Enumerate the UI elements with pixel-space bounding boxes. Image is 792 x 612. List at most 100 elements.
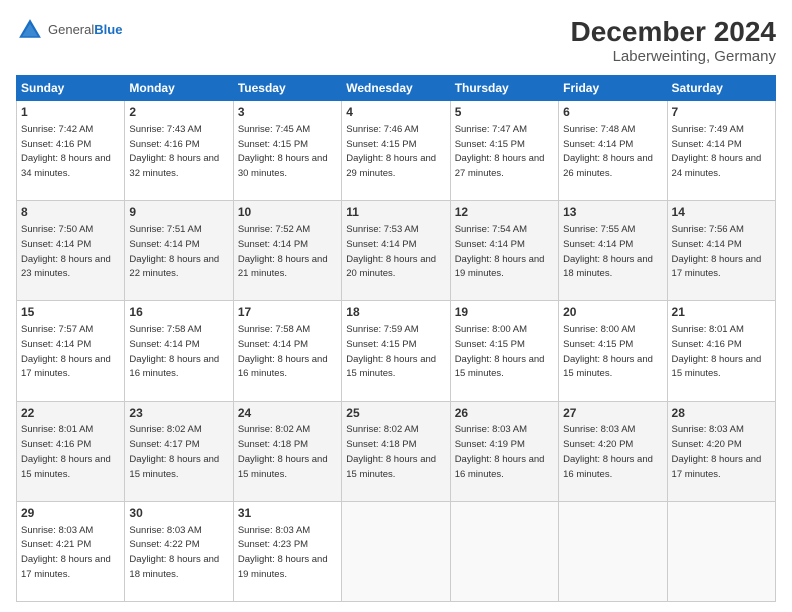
day-info: Sunrise: 7:55 AMSunset: 4:14 PMDaylight:…	[563, 224, 653, 279]
day-number: 1	[21, 104, 120, 121]
calendar-title: December 2024	[571, 16, 776, 48]
day-info: Sunrise: 8:03 AMSunset: 4:23 PMDaylight:…	[238, 525, 328, 580]
day-info: Sunrise: 7:53 AMSunset: 4:14 PMDaylight:…	[346, 224, 436, 279]
day-info: Sunrise: 8:02 AMSunset: 4:18 PMDaylight:…	[346, 424, 436, 479]
day-info: Sunrise: 8:03 AMSunset: 4:19 PMDaylight:…	[455, 424, 545, 479]
day-number: 5	[455, 104, 554, 121]
calendar-cell: 23 Sunrise: 8:02 AMSunset: 4:17 PMDayligh…	[125, 401, 233, 501]
calendar-cell: 4Sunrise: 7:46 AMSunset: 4:15 PMDaylight…	[342, 101, 450, 201]
calendar-cell: 29Sunrise: 8:03 AMSunset: 4:21 PMDayligh…	[17, 501, 125, 601]
calendar-cell: 27 Sunrise: 8:03 AMSunset: 4:20 PMDayligh…	[559, 401, 667, 501]
calendar-header-row: SundayMondayTuesdayWednesdayThursdayFrid…	[17, 76, 776, 101]
calendar-week-row: 22 Sunrise: 8:01 AMSunset: 4:16 PMDayligh…	[17, 401, 776, 501]
day-number: 25	[346, 405, 445, 422]
day-number: 19	[455, 304, 554, 321]
calendar-cell: 31 Sunrise: 8:03 AMSunset: 4:23 PMDayligh…	[233, 501, 341, 601]
calendar-cell: 10Sunrise: 7:52 AMSunset: 4:14 PMDayligh…	[233, 201, 341, 301]
day-info: Sunrise: 8:00 AMSunset: 4:15 PMDaylight:…	[563, 324, 653, 379]
calendar-cell: 26 Sunrise: 8:03 AMSunset: 4:19 PMDayligh…	[450, 401, 558, 501]
calendar-week-row: 8 Sunrise: 7:50 AMSunset: 4:14 PMDaylight…	[17, 201, 776, 301]
day-number: 8	[21, 204, 120, 221]
day-number: 15	[21, 304, 120, 321]
day-info: Sunrise: 7:59 AMSunset: 4:15 PMDaylight:…	[346, 324, 436, 379]
day-number: 20	[563, 304, 662, 321]
page-header: GeneralBlue December 2024 Laberweinting,…	[16, 16, 776, 65]
calendar-cell: 3 Sunrise: 7:45 AMSunset: 4:15 PMDaylight…	[233, 101, 341, 201]
calendar-cell: 2Sunrise: 7:43 AMSunset: 4:16 PMDaylight…	[125, 101, 233, 201]
calendar-cell: 30Sunrise: 8:03 AMSunset: 4:22 PMDayligh…	[125, 501, 233, 601]
calendar-cell: 5 Sunrise: 7:47 AMSunset: 4:15 PMDaylight…	[450, 101, 558, 201]
calendar-cell: 11 Sunrise: 7:53 AMSunset: 4:14 PMDayligh…	[342, 201, 450, 301]
calendar-cell: 12 Sunrise: 7:54 AMSunset: 4:14 PMDayligh…	[450, 201, 558, 301]
day-info: Sunrise: 8:00 AMSunset: 4:15 PMDaylight:…	[455, 324, 545, 379]
calendar-cell: 28Sunrise: 8:03 AMSunset: 4:20 PMDayligh…	[667, 401, 775, 501]
day-number: 14	[672, 204, 771, 221]
day-info: Sunrise: 8:02 AMSunset: 4:18 PMDaylight:…	[238, 424, 328, 479]
day-info: Sunrise: 8:01 AMSunset: 4:16 PMDaylight:…	[21, 424, 111, 479]
day-number: 17	[238, 304, 337, 321]
day-number: 3	[238, 104, 337, 121]
day-info: Sunrise: 7:45 AMSunset: 4:15 PMDaylight:…	[238, 124, 328, 179]
calendar-table: SundayMondayTuesdayWednesdayThursdayFrid…	[16, 75, 776, 602]
calendar-cell: 8 Sunrise: 7:50 AMSunset: 4:14 PMDaylight…	[17, 201, 125, 301]
logo-blue: Blue	[94, 22, 122, 37]
day-number: 21	[672, 304, 771, 321]
day-info: Sunrise: 8:02 AMSunset: 4:17 PMDaylight:…	[129, 424, 219, 479]
day-number: 27	[563, 405, 662, 422]
calendar-cell: 9Sunrise: 7:51 AMSunset: 4:14 PMDaylight…	[125, 201, 233, 301]
calendar-cell: 17 Sunrise: 7:58 AMSunset: 4:14 PMDayligh…	[233, 301, 341, 401]
day-info: Sunrise: 7:57 AMSunset: 4:14 PMDaylight:…	[21, 324, 111, 379]
day-header-tuesday: Tuesday	[233, 76, 341, 101]
day-number: 28	[672, 405, 771, 422]
day-number: 6	[563, 104, 662, 121]
day-info: Sunrise: 7:50 AMSunset: 4:14 PMDaylight:…	[21, 224, 111, 279]
day-header-monday: Monday	[125, 76, 233, 101]
calendar-cell: 7 Sunrise: 7:49 AMSunset: 4:14 PMDaylight…	[667, 101, 775, 201]
title-block: December 2024 Laberweinting, Germany	[571, 16, 776, 65]
day-number: 22	[21, 405, 120, 422]
calendar-cell: 19 Sunrise: 8:00 AMSunset: 4:15 PMDayligh…	[450, 301, 558, 401]
day-info: Sunrise: 7:51 AMSunset: 4:14 PMDaylight:…	[129, 224, 219, 279]
day-number: 10	[238, 204, 337, 221]
day-info: Sunrise: 8:03 AMSunset: 4:20 PMDaylight:…	[563, 424, 653, 479]
day-number: 23	[129, 405, 228, 422]
calendar-cell	[450, 501, 558, 601]
calendar-cell	[559, 501, 667, 601]
day-number: 7	[672, 104, 771, 121]
calendar-cell: 25 Sunrise: 8:02 AMSunset: 4:18 PMDayligh…	[342, 401, 450, 501]
day-info: Sunrise: 7:54 AMSunset: 4:14 PMDaylight:…	[455, 224, 545, 279]
day-header-friday: Friday	[559, 76, 667, 101]
calendar-cell: 14 Sunrise: 7:56 AMSunset: 4:14 PMDayligh…	[667, 201, 775, 301]
calendar-cell	[342, 501, 450, 601]
calendar-week-row: 29Sunrise: 8:03 AMSunset: 4:21 PMDayligh…	[17, 501, 776, 601]
day-number: 11	[346, 204, 445, 221]
day-info: Sunrise: 8:03 AMSunset: 4:21 PMDaylight:…	[21, 525, 111, 580]
day-number: 4	[346, 104, 445, 121]
day-info: Sunrise: 7:47 AMSunset: 4:15 PMDaylight:…	[455, 124, 545, 179]
day-info: Sunrise: 7:56 AMSunset: 4:14 PMDaylight:…	[672, 224, 762, 279]
day-info: Sunrise: 7:42 AMSunset: 4:16 PMDaylight:…	[21, 124, 111, 179]
calendar-week-row: 1 Sunrise: 7:42 AMSunset: 4:16 PMDaylight…	[17, 101, 776, 201]
day-header-thursday: Thursday	[450, 76, 558, 101]
page-container: GeneralBlue December 2024 Laberweinting,…	[0, 0, 792, 612]
day-number: 18	[346, 304, 445, 321]
calendar-cell: 1 Sunrise: 7:42 AMSunset: 4:16 PMDaylight…	[17, 101, 125, 201]
day-number: 31	[238, 505, 337, 522]
calendar-cell: 22 Sunrise: 8:01 AMSunset: 4:16 PMDayligh…	[17, 401, 125, 501]
day-number: 12	[455, 204, 554, 221]
calendar-week-row: 15 Sunrise: 7:57 AMSunset: 4:14 PMDayligh…	[17, 301, 776, 401]
calendar-cell: 21 Sunrise: 8:01 AMSunset: 4:16 PMDayligh…	[667, 301, 775, 401]
day-info: Sunrise: 7:58 AMSunset: 4:14 PMDaylight:…	[129, 324, 219, 379]
calendar-cell: 20 Sunrise: 8:00 AMSunset: 4:15 PMDayligh…	[559, 301, 667, 401]
day-info: Sunrise: 7:58 AMSunset: 4:14 PMDaylight:…	[238, 324, 328, 379]
logo-icon	[16, 16, 44, 44]
calendar-cell: 6Sunrise: 7:48 AMSunset: 4:14 PMDaylight…	[559, 101, 667, 201]
calendar-cell: 18 Sunrise: 7:59 AMSunset: 4:15 PMDayligh…	[342, 301, 450, 401]
day-number: 26	[455, 405, 554, 422]
calendar-cell: 15 Sunrise: 7:57 AMSunset: 4:14 PMDayligh…	[17, 301, 125, 401]
day-header-sunday: Sunday	[17, 76, 125, 101]
day-info: Sunrise: 8:01 AMSunset: 4:16 PMDaylight:…	[672, 324, 762, 379]
day-info: Sunrise: 7:49 AMSunset: 4:14 PMDaylight:…	[672, 124, 762, 179]
logo: GeneralBlue	[16, 16, 122, 44]
day-number: 16	[129, 304, 228, 321]
